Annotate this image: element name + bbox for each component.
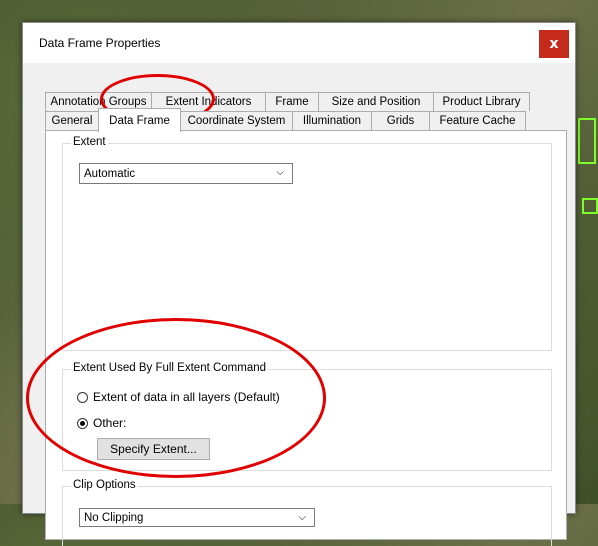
- full-extent-group: Extent Used By Full Extent Command Exten…: [62, 362, 552, 471]
- extent-select-value: Automatic: [84, 167, 136, 180]
- clip-options-value: No Clipping: [84, 511, 144, 524]
- tab-size-and-position[interactable]: Size and Position: [318, 92, 434, 111]
- full-extent-group-label: Extent Used By Full Extent Command: [71, 362, 269, 374]
- tab-coordinate-system[interactable]: Coordinate System: [180, 111, 293, 130]
- tab-grids[interactable]: Grids: [371, 111, 430, 130]
- radio-other-extent[interactable]: Other:: [77, 416, 126, 430]
- close-button[interactable]: x: [539, 30, 569, 58]
- tab-product-library[interactable]: Product Library: [433, 92, 530, 111]
- dialog-body: Annotation Groups Extent Indicators Fram…: [23, 63, 575, 546]
- data-frame-properties-dialog: Data Frame Properties x Annotation Group…: [22, 22, 576, 546]
- map-feature-polygon: [578, 118, 596, 164]
- title-bar[interactable]: Data Frame Properties x: [23, 23, 575, 63]
- extent-group: Extent Automatic ⌵: [62, 136, 552, 351]
- radio-button-unchecked[interactable]: [77, 391, 88, 403]
- chevron-down-icon: ⌵: [276, 167, 284, 178]
- tab-data-frame[interactable]: Data Frame: [98, 108, 181, 132]
- radio-default-extent[interactable]: Extent of data in all layers (Default): [77, 390, 280, 404]
- clip-options-group: Clip Options No Clipping ⌵: [62, 479, 552, 546]
- extent-group-label: Extent: [71, 136, 108, 148]
- tab-feature-cache[interactable]: Feature Cache: [429, 111, 526, 130]
- tab-illumination[interactable]: Illumination: [292, 111, 372, 130]
- radio-default-extent-label: Extent of data in all layers (Default): [93, 390, 280, 404]
- tab-general[interactable]: General: [45, 111, 99, 130]
- chevron-down-icon: ⌵: [298, 512, 306, 523]
- dialog-title: Data Frame Properties: [39, 36, 161, 50]
- radio-button-checked[interactable]: [77, 417, 88, 429]
- clip-options-label: Clip Options: [71, 479, 138, 491]
- radio-other-extent-label: Other:: [93, 416, 127, 430]
- map-feature-square: [582, 198, 598, 214]
- tab-frame[interactable]: Frame: [265, 92, 319, 111]
- extent-select[interactable]: Automatic ⌵: [79, 163, 293, 184]
- specify-extent-button[interactable]: Specify Extent...: [97, 438, 210, 460]
- tab-row-bottom: General Data Frame Coordinate System Ill…: [45, 108, 526, 132]
- clip-options-select[interactable]: No Clipping ⌵: [79, 508, 315, 527]
- tab-panel: Extent Automatic ⌵ Extent Used By Full E…: [45, 130, 567, 546]
